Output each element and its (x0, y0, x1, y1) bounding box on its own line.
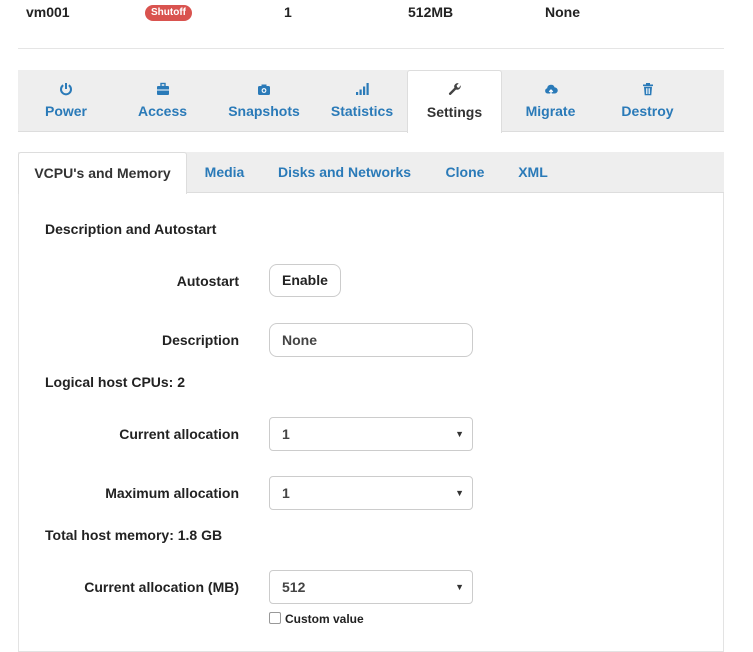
cpu-current-select[interactable]: 1 ▼ (269, 417, 473, 451)
cpu-current-label: Current allocation (119, 426, 239, 442)
tab-migrate[interactable]: Migrate (502, 70, 599, 132)
mem-current-label: Current allocation (MB) (84, 579, 239, 595)
vm-description: None (545, 4, 580, 20)
tab-clone[interactable]: Clone (430, 152, 500, 193)
tab-label: Destroy (621, 103, 674, 119)
cloud-upload-icon (502, 82, 599, 98)
vm-vcpu: 1 (284, 4, 292, 20)
tab-label: Access (137, 103, 188, 119)
chevron-down-icon: ▼ (455, 488, 464, 498)
tab-label: Power (44, 103, 87, 119)
tab-label: Snapshots (228, 103, 300, 119)
tab-label: Statistics (330, 103, 394, 119)
signal-icon (317, 82, 407, 98)
custom-value-checkbox[interactable] (269, 612, 281, 624)
cpu-section-heading: Logical host CPUs: 2 (45, 374, 186, 390)
wrench-icon (408, 83, 501, 99)
tab-label: Settings (426, 104, 483, 120)
tab-access[interactable]: Access (114, 70, 211, 132)
tab-label: Migrate (525, 103, 576, 119)
chevron-down-icon: ▼ (455, 582, 464, 592)
main-tab-bar: Power Access Snapshots Statistics Settin… (18, 70, 724, 133)
tab-power[interactable]: Power (18, 70, 114, 132)
description-label: Description (161, 332, 239, 348)
power-icon (18, 82, 114, 98)
tab-vcpu-memory[interactable]: VCPU's and Memory (18, 152, 187, 194)
mem-current-select[interactable]: 512 ▼ (269, 570, 473, 604)
tab-media[interactable]: Media (190, 152, 259, 193)
vm-memory: 512MB (408, 4, 454, 20)
trash-icon (599, 82, 696, 98)
autostart-enable-button[interactable]: Enable (269, 264, 341, 297)
tab-disks-networks[interactable]: Disks and Networks (263, 152, 426, 193)
tab-snapshots[interactable]: Snapshots (211, 70, 317, 132)
tab-destroy[interactable]: Destroy (599, 70, 696, 132)
cpu-max-select[interactable]: 1 ▼ (269, 476, 473, 510)
cpu-max-label: Maximum allocation (105, 485, 239, 501)
status-badge: Shutoff (145, 5, 192, 21)
cpu-max-value: 1 (282, 485, 290, 501)
tab-settings[interactable]: Settings (407, 70, 502, 133)
settings-sub-tab-bar: VCPU's and Memory Media Disks and Networ… (18, 152, 724, 194)
vm-name[interactable]: vm001 (26, 4, 70, 20)
camera-icon (211, 82, 317, 98)
mem-current-value: 512 (282, 579, 306, 595)
tab-xml[interactable]: XML (504, 152, 562, 193)
description-input[interactable]: None (269, 323, 473, 357)
memory-section-heading: Total host memory: 1.8 GB (45, 527, 223, 543)
autostart-label: Autostart (176, 273, 239, 289)
divider (18, 48, 724, 49)
briefcase-icon (114, 82, 211, 98)
vm-summary-row: vm001 Shutoff 1 512MB None (0, 0, 753, 26)
description-section-heading: Description and Autostart (45, 221, 217, 237)
cpu-current-value: 1 (282, 426, 290, 442)
tab-statistics[interactable]: Statistics (317, 70, 407, 132)
chevron-down-icon: ▼ (455, 429, 464, 439)
custom-value-label[interactable]: Custom value (285, 612, 364, 626)
